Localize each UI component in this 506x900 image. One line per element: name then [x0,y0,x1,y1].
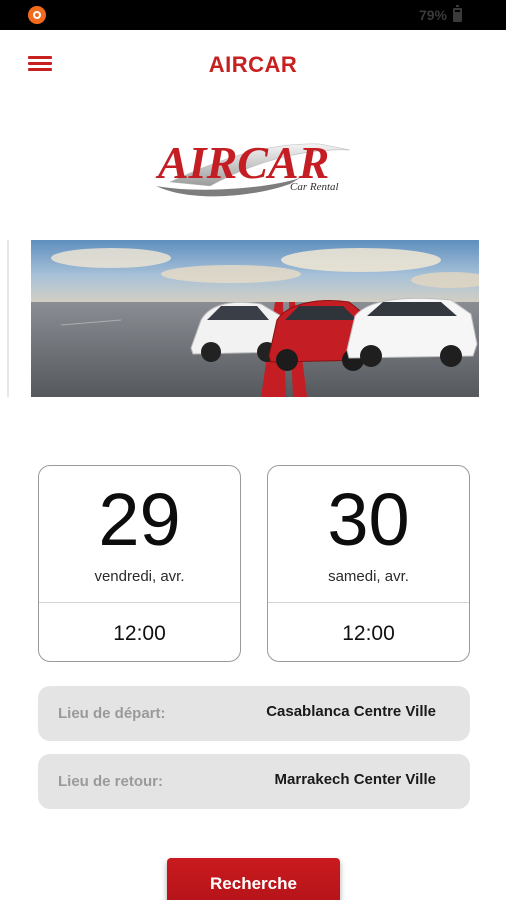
pickup-weekday-month: vendredi, avr. [94,568,185,585]
return-location-field[interactable]: Lieu de retour: Marrakech Center Ville [38,754,470,809]
app-title: AIRCAR [208,52,298,77]
pickup-divider [39,602,240,603]
return-divider [268,602,469,603]
status-right: 79% [418,5,462,23]
return-day: 30 [327,478,410,561]
aircar-logo: AIRCAR Car Rental [155,137,351,197]
app-notification-icon [28,6,46,24]
departure-value: Casablanca Centre Ville [266,703,436,720]
app-bar: AIRCAR [0,30,506,98]
pickup-time[interactable]: 12:00 [39,622,240,646]
pickup-day: 29 [98,478,181,561]
return-date-card[interactable]: 30 samedi, avr. 12:00 [267,465,470,662]
status-bar: 79% [0,0,506,30]
battery-icon [453,5,462,22]
left-edge-divider [7,240,9,397]
pickup-date-card[interactable]: 29 vendredi, avr. 12:00 [38,465,241,662]
car-white-suv-right [346,297,478,367]
logo-tagline: Car Rental [290,181,339,193]
departure-location-field[interactable]: Lieu de départ: Casablanca Centre Ville [38,686,470,741]
return-label: Lieu de retour: [58,773,164,790]
return-time[interactable]: 12:00 [268,622,469,646]
cars-on-road-banner [31,240,479,397]
return-weekday-month: samedi, avr. [328,568,409,585]
search-button[interactable]: Recherche [167,858,340,900]
battery-percent: 79% [418,7,447,23]
departure-label: Lieu de départ: [58,705,166,722]
return-value: Marrakech Center Ville [274,771,436,788]
